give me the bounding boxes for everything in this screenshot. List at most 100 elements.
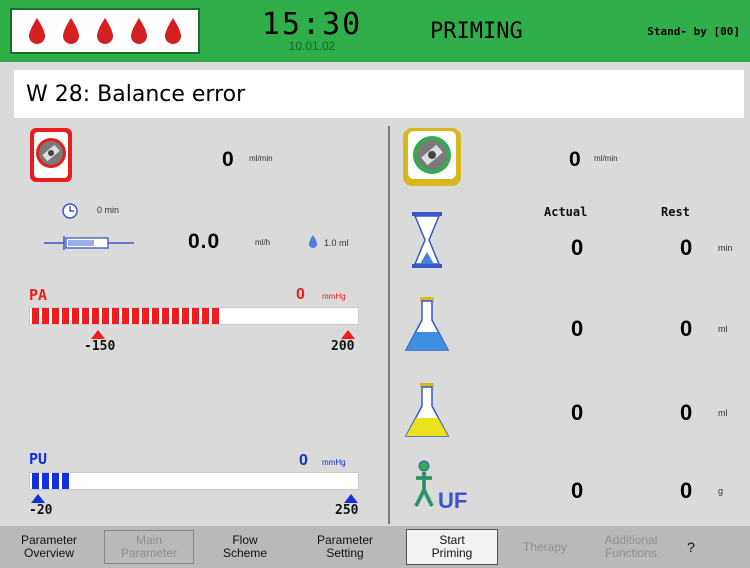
time-actual-value: 0 — [571, 235, 584, 260]
clock: 15:30 10.01.02 — [214, 8, 410, 54]
clock-date: 10.01.02 — [288, 38, 336, 53]
bottom-menu-bar: Parameter Overview Main Parameter Flow S… — [0, 526, 750, 568]
yellow-flask-icon[interactable] — [402, 382, 452, 442]
pressure-segment — [142, 308, 149, 324]
blood-drop-indicator — [10, 8, 200, 54]
parameter-setting-button[interactable]: Parameter Setting — [290, 526, 400, 568]
pressure-segment — [42, 473, 49, 489]
actual-column-header: Actual — [544, 205, 588, 219]
pressure-segment — [152, 308, 159, 324]
heparin-rate-unit: ml/h — [255, 238, 271, 247]
start-priming-label: Start Priming — [431, 533, 473, 560]
pressure-segment — [182, 308, 189, 324]
pa-upper-limit-marker[interactable] — [341, 330, 355, 339]
pressure-segment — [52, 473, 59, 489]
standby-status: Stand- by [00] — [618, 8, 740, 54]
svg-text:UF: UF — [438, 488, 467, 513]
pressure-segment — [72, 308, 79, 324]
flow-scheme-label: Flow Scheme — [222, 533, 268, 560]
parameter-setting-label: Parameter Setting — [316, 533, 374, 560]
blood-drop-icon — [63, 18, 79, 44]
pv-upper-limit-marker[interactable] — [344, 494, 358, 503]
flow-scheme-button[interactable]: Flow Scheme — [200, 526, 290, 568]
additional-functions-label: Additional Functions — [604, 533, 658, 560]
uf-volume-actual-value: 0 — [571, 400, 584, 425]
blue-flask-icon[interactable] — [402, 296, 452, 356]
pressure-segment — [102, 308, 109, 324]
pressure-segment — [212, 308, 219, 324]
pressure-segment — [62, 473, 69, 489]
panel-divider — [388, 126, 390, 524]
pressure-segment — [82, 308, 89, 324]
uf-rate-unit: ml/min — [594, 154, 618, 163]
uf-rate-value: 0 — [569, 148, 581, 171]
blood-pump-icon[interactable] — [29, 127, 73, 183]
pv-lower-limit: -20 — [29, 503, 53, 518]
uf-person-icon[interactable]: UF — [410, 458, 470, 518]
clock-time: 15:30 — [261, 6, 363, 42]
pressure-segment — [112, 308, 119, 324]
weight-unit: g — [718, 486, 724, 496]
start-priming-button[interactable]: Start Priming — [406, 529, 498, 565]
main-parameter-label: Main Parameter — [120, 533, 178, 560]
help-label: ? — [687, 538, 695, 555]
pa-lower-limit-marker[interactable] — [91, 330, 105, 339]
arterial-pressure-label: PA — [29, 286, 48, 304]
venous-pressure-bar — [29, 472, 359, 490]
standby-code: [00] — [713, 24, 741, 38]
main-parameter-button[interactable]: Main Parameter — [104, 530, 194, 564]
drop-icon — [309, 235, 317, 248]
clock-icon — [62, 203, 78, 219]
syringe-icon[interactable] — [44, 232, 134, 254]
blood-flow-unit: ml/min — [249, 154, 273, 163]
uf-volume-unit: ml — [718, 408, 728, 418]
screen: 15:30 10.01.02 PRIMING Stand- by [00] W … — [0, 0, 750, 568]
venous-pressure-value: 0 — [299, 452, 308, 469]
weight-rest-value: 0 — [680, 478, 693, 503]
standby-label: Stand- by — [647, 24, 707, 38]
status-header: 15:30 10.01.02 PRIMING Stand- by [00] — [0, 0, 750, 62]
heparin-stop-time: 0 min — [97, 205, 120, 215]
pa-upper-limit: 200 — [331, 339, 355, 354]
pv-lower-limit-marker[interactable] — [31, 494, 45, 503]
pressure-segment — [202, 308, 209, 324]
pressure-segment — [162, 308, 169, 324]
pressure-segment — [52, 308, 59, 324]
warning-message[interactable]: W 28: Balance error — [14, 70, 744, 118]
pressure-segment — [172, 308, 179, 324]
arterial-pressure-bar — [29, 307, 359, 325]
blood-drop-icon — [131, 18, 147, 44]
uf-volume-rest-value: 0 — [680, 400, 693, 425]
time-unit: min — [718, 243, 733, 253]
pressure-segment — [132, 308, 139, 324]
parameter-overview-label: Parameter Overview — [20, 533, 78, 560]
pressure-segment — [32, 308, 39, 324]
help-button[interactable]: ? — [676, 526, 706, 568]
therapy-button[interactable]: Therapy — [504, 526, 586, 568]
volume-rest-value: 0 — [680, 316, 693, 341]
pressure-segment — [92, 308, 99, 324]
uf-pump-icon[interactable] — [402, 127, 462, 187]
additional-functions-button[interactable]: Additional Functions — [586, 526, 676, 568]
blood-drop-icon — [29, 18, 45, 44]
pressure-segment — [42, 308, 49, 324]
parameter-overview-button[interactable]: Parameter Overview — [0, 526, 98, 568]
therapy-label: Therapy — [522, 539, 568, 554]
venous-pressure-unit: mmHg — [322, 458, 346, 467]
pv-upper-limit: 250 — [335, 503, 359, 518]
blood-flow-value: 0 — [222, 148, 234, 171]
venous-pressure-label: PU — [29, 450, 48, 468]
volume-unit: ml — [718, 324, 728, 334]
heparin-rate-value: 0.0 — [188, 230, 221, 253]
heparin-bolus-volume: 1.0 ml — [324, 238, 349, 248]
pressure-segment — [122, 308, 129, 324]
time-rest-value: 0 — [680, 235, 693, 260]
weight-actual-value: 0 — [571, 478, 584, 503]
rest-column-header: Rest — [661, 205, 690, 219]
pressure-segment — [62, 308, 69, 324]
blood-drop-icon — [165, 18, 181, 44]
pressure-segment — [32, 473, 39, 489]
volume-actual-value: 0 — [571, 316, 584, 341]
hourglass-icon[interactable] — [402, 210, 452, 270]
arterial-pressure-unit: mmHg — [322, 292, 346, 301]
